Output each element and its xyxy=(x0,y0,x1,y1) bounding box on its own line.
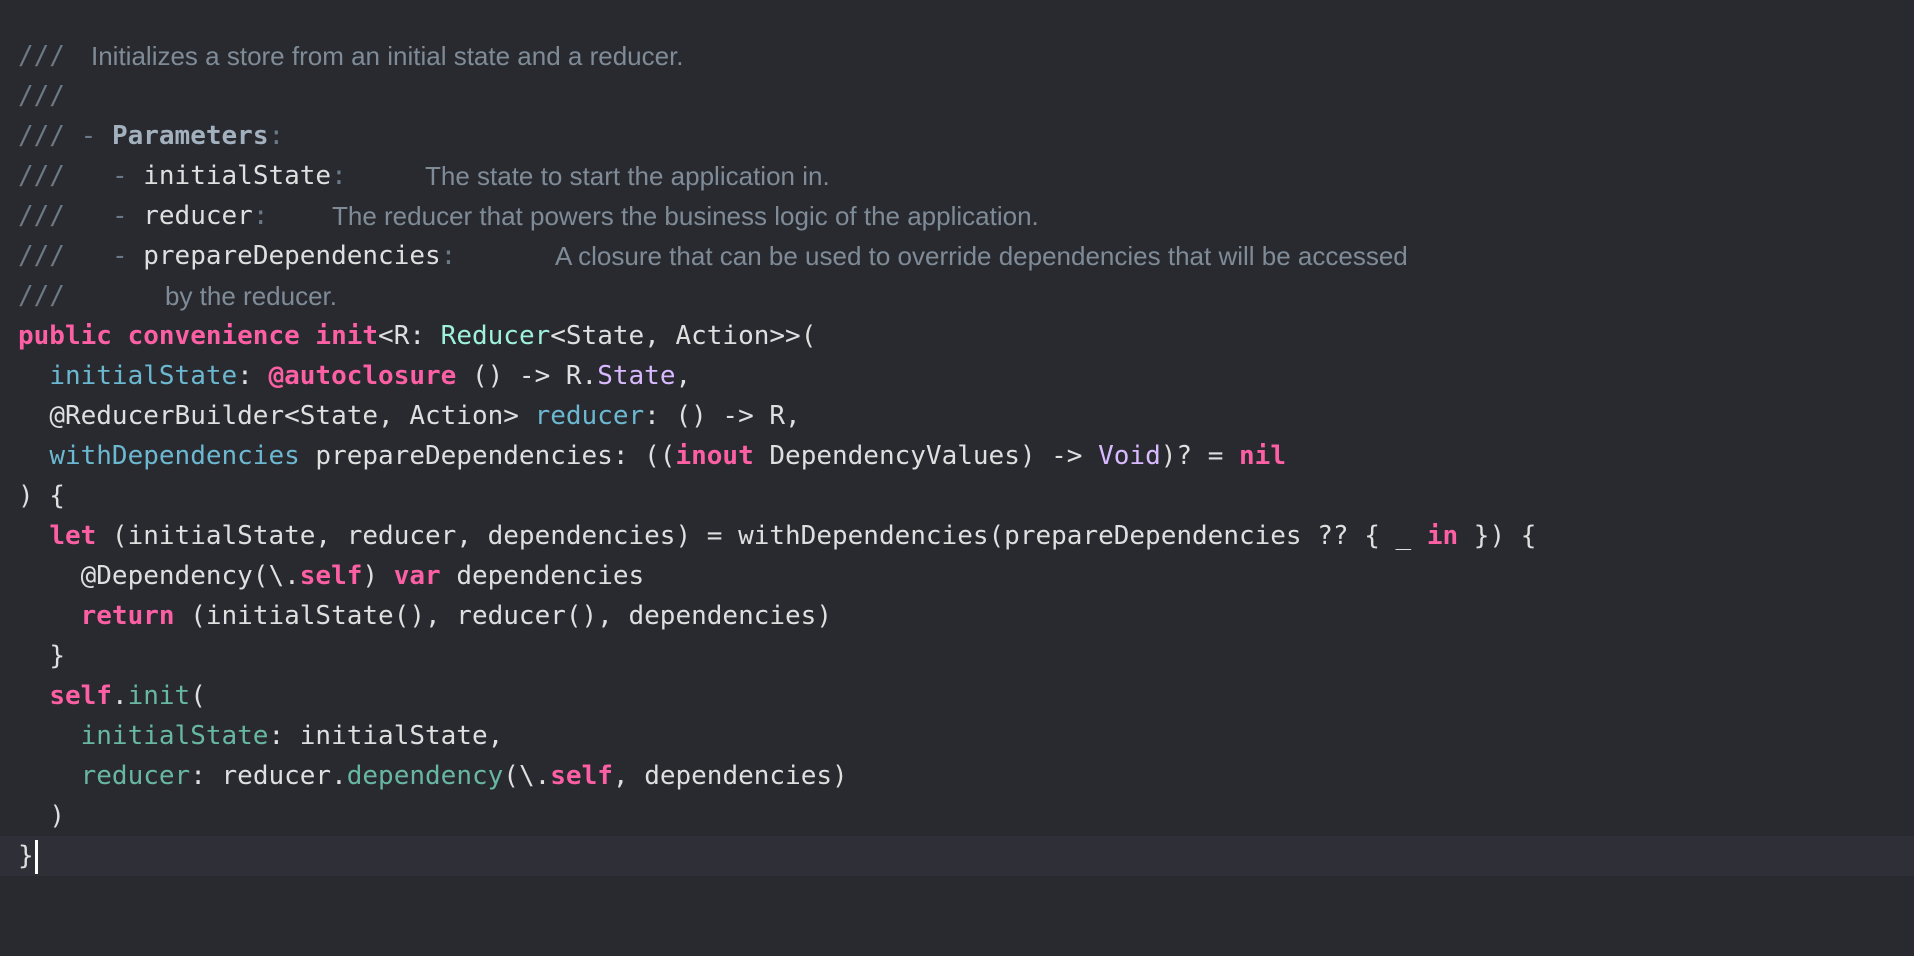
keyword-var: var xyxy=(393,561,441,591)
generic-param: <R: xyxy=(378,321,441,351)
doc-param-description-continued: by the reducer. xyxy=(165,281,337,311)
doc-parameters-heading: Parameters xyxy=(111,121,269,151)
doc-param-name: initialState xyxy=(143,161,332,191)
keyword-self: self xyxy=(550,761,613,791)
code-line: self.init( xyxy=(49,681,206,711)
doc-colon: : xyxy=(252,201,269,231)
code-line: initialState: initialState, xyxy=(80,721,504,751)
doc-comment-line: /// xyxy=(0,76,1914,116)
doc-comment-marker: /// xyxy=(18,201,65,231)
keyword-in: in xyxy=(1426,521,1459,551)
code-line: withDependencies prepareDependencies: ((… xyxy=(49,441,1286,471)
attribute-dependency: @Dependency(\. xyxy=(80,561,300,591)
code-line: initialState: @autoclosure () -> R.State… xyxy=(49,361,692,391)
doc-comment-marker: /// xyxy=(18,281,65,311)
param-label-withDependencies: withDependencies xyxy=(49,441,300,471)
doc-comment-marker: /// xyxy=(18,241,65,271)
keyword-self: self xyxy=(49,681,112,711)
doc-colon: : xyxy=(331,161,347,191)
code-line: return (initialState(), reducer(), depen… xyxy=(80,601,832,631)
type-void: Void xyxy=(1098,441,1161,471)
attribute-autoclosure: @autoclosure xyxy=(268,361,457,391)
doc-colon: : xyxy=(268,121,285,151)
attribute-reducer-builder: @ReducerBuilder<State, Action> xyxy=(49,401,535,431)
param-label-initialState: initialState xyxy=(49,361,238,391)
doc-list-dash: - xyxy=(111,241,128,271)
code-line: @Dependency(\.self) var dependencies xyxy=(80,561,645,591)
keyword-init: init xyxy=(315,321,379,351)
current-code-line[interactable]: } xyxy=(0,836,1914,876)
doc-comment-line: /// - Parameters: xyxy=(0,116,1914,156)
keyword-self: self xyxy=(299,561,363,591)
doc-comment-marker: /// xyxy=(18,161,65,191)
doc-comment-marker: /// xyxy=(18,81,65,111)
method-dependency: dependency xyxy=(346,761,504,791)
doc-param-description: The state to start the application in. xyxy=(425,161,830,191)
type-reducer: Reducer xyxy=(440,321,551,351)
doc-list-dash: - xyxy=(80,121,97,151)
method-init: init xyxy=(127,681,191,711)
doc-comment-line: /// - initialState: The state to start t… xyxy=(0,156,1914,196)
type-state: State xyxy=(597,361,676,391)
doc-param-name: reducer xyxy=(143,201,253,231)
code-line: ) xyxy=(49,801,65,831)
keyword-return: return xyxy=(80,601,175,631)
code-editor[interactable]: /// Initializes a store from an initial … xyxy=(0,0,1914,892)
doc-comment-line: /// Initializes a store from an initial … xyxy=(0,36,1914,76)
code-line: public convenience init<R: Reducer<State… xyxy=(0,316,1914,356)
doc-list-dash: - xyxy=(111,161,128,191)
code-line: reducer: reducer.dependency(\.self, depe… xyxy=(80,761,848,791)
keyword-let: let xyxy=(49,521,97,551)
arg-label-initialState: initialState xyxy=(80,721,269,751)
generic-args: <State, Action>>( xyxy=(550,321,817,351)
code-line: @ReducerBuilder<State, Action> reducer: … xyxy=(49,401,801,431)
doc-colon: : xyxy=(440,241,457,271)
code-line: let (initialState, reducer, dependencies… xyxy=(49,521,1537,551)
doc-comment-line: /// by the reducer. xyxy=(0,276,1914,316)
arg-label-reducer: reducer xyxy=(80,761,191,791)
keyword-inout: inout xyxy=(675,441,754,471)
code-line: ) { xyxy=(18,481,65,511)
keyword-public: public xyxy=(18,321,112,351)
doc-list-dash: - xyxy=(111,201,128,231)
doc-param-description: A closure that can be used to override d… xyxy=(555,241,1408,271)
keyword-convenience: convenience xyxy=(127,321,300,351)
code-line: } xyxy=(49,641,65,671)
doc-comment-marker: /// xyxy=(18,41,65,71)
doc-comment-line: /// - prepareDependencies: A closure tha… xyxy=(0,236,1914,276)
doc-comment-line: /// - reducer: The reducer that powers t… xyxy=(0,196,1914,236)
doc-comment-marker: /// xyxy=(18,121,65,151)
doc-summary: Initializes a store from an initial stat… xyxy=(91,41,684,71)
doc-param-name: prepareDependencies xyxy=(143,241,441,271)
param-label-reducer: reducer xyxy=(534,401,645,431)
text-cursor xyxy=(34,839,38,874)
keyword-nil: nil xyxy=(1239,441,1286,471)
doc-param-description: The reducer that powers the business log… xyxy=(332,201,1039,231)
